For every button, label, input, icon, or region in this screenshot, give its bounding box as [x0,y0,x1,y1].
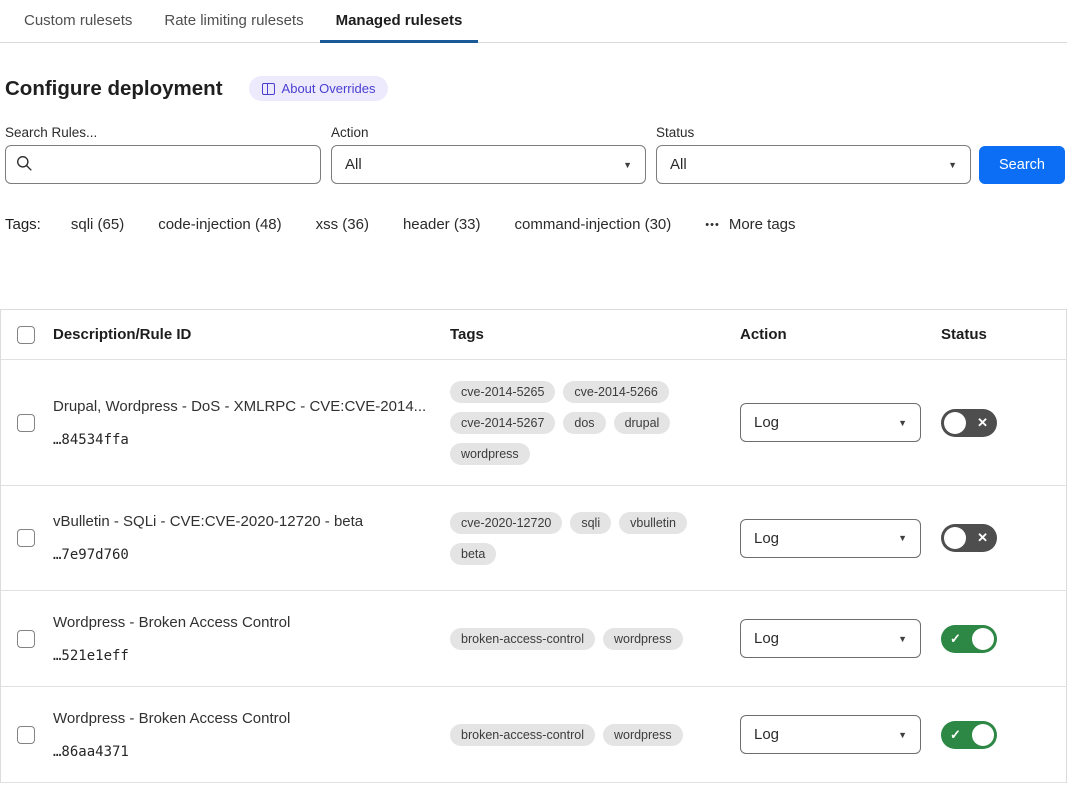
rule-description: Wordpress - Broken Access Control [53,710,436,727]
table-row: Drupal, Wordpress - DoS - XMLRPC - CVE:C… [1,360,1066,486]
tag-filter-command-injection[interactable]: command-injection (30) [515,216,672,233]
rule-status-toggle[interactable]: ✕ [941,409,997,437]
rule-status-toggle[interactable]: ✕ [941,524,997,552]
rule-tag: cve-2014-5265 [450,381,555,403]
toggle-knob [944,527,966,549]
rule-tag: broken-access-control [450,628,595,650]
rule-id: …7e97d760 [53,547,436,563]
rule-id: …86aa4371 [53,744,436,760]
rule-tag: dos [563,412,605,434]
toggle-state-icon: ✕ [977,415,988,431]
table-header-row: Description/Rule ID Tags Action Status [1,310,1066,360]
rule-tag: vbulletin [619,512,687,534]
rule-status-toggle[interactable]: ✓ [941,625,997,653]
action-filter-label: Action [331,125,646,140]
action-filter-value: All [345,156,362,173]
chevron-down-icon: ▼ [898,730,907,740]
chevron-down-icon: ▼ [898,533,907,543]
rule-tag: cve-2014-5267 [450,412,555,434]
status-filter-value: All [670,156,687,173]
filter-row: Search Rules... Action All ▼ Status All … [5,125,1067,184]
rule-status-toggle[interactable]: ✓ [941,721,997,749]
chevron-down-icon: ▼ [948,160,957,170]
rule-action-select[interactable]: Log ▼ [740,403,921,442]
more-tags-button[interactable]: ••• More tags [705,216,795,233]
rule-tag: wordpress [603,628,683,650]
status-filter-label: Status [656,125,971,140]
toggle-knob [972,724,994,746]
rule-description: Drupal, Wordpress - DoS - XMLRPC - CVE:C… [53,398,436,415]
book-icon [262,83,275,95]
rule-action-select[interactable]: Log ▼ [740,715,921,754]
tags-bar: Tags: sqli (65) code-injection (48) xss … [5,216,1067,233]
more-tags-label: More tags [729,216,796,233]
ruleset-tabbar: Custom rulesets Rate limiting rulesets M… [0,0,1067,43]
row-checkbox[interactable] [17,414,35,432]
table-row: Wordpress - Broken Access Control …86aa4… [1,687,1066,783]
rule-tag: wordpress [450,443,530,465]
select-all-checkbox[interactable] [17,326,35,344]
search-rules-label: Search Rules... [5,125,321,140]
search-button[interactable]: Search [979,146,1065,184]
row-checkbox[interactable] [17,726,35,744]
rule-tag: beta [450,543,496,565]
rule-action-value: Log [754,414,779,431]
col-header-action: Action [740,326,941,343]
row-checkbox[interactable] [17,529,35,547]
status-filter-select[interactable]: All ▼ [656,145,971,184]
tag-filter-header[interactable]: header (33) [403,216,481,233]
rule-tag: wordpress [603,724,683,746]
table-row: Wordpress - Broken Access Control …521e1… [1,591,1066,687]
heading-row: Configure deployment About Overrides [5,76,1067,101]
chevron-down-icon: ▼ [898,418,907,428]
rule-action-value: Log [754,726,779,743]
about-overrides-label: About Overrides [282,81,376,96]
rule-description: vBulletin - SQLi - CVE:CVE-2020-12720 - … [53,513,436,530]
chevron-down-icon: ▼ [623,160,632,170]
page-title: Configure deployment [5,77,223,101]
rule-tag: broken-access-control [450,724,595,746]
tab-custom-rulesets[interactable]: Custom rulesets [8,0,148,43]
chevron-down-icon: ▼ [898,634,907,644]
toggle-knob [944,412,966,434]
tab-rate-limiting-rulesets[interactable]: Rate limiting rulesets [148,0,319,43]
col-header-tags: Tags [450,326,740,343]
tag-filter-sqli[interactable]: sqli (65) [71,216,124,233]
row-checkbox[interactable] [17,630,35,648]
rule-id: …84534ffa [53,432,436,448]
toggle-knob [972,628,994,650]
rule-id: …521e1eff [53,648,436,664]
rule-tag: cve-2014-5266 [563,381,668,403]
about-overrides-link[interactable]: About Overrides [249,76,389,101]
rule-description: Wordpress - Broken Access Control [53,614,436,631]
rule-tag: sqli [570,512,611,534]
rule-tag: drupal [614,412,671,434]
ellipsis-icon: ••• [705,219,720,231]
rule-tag: cve-2020-12720 [450,512,562,534]
tags-bar-label: Tags: [5,216,41,233]
action-filter-select[interactable]: All ▼ [331,145,646,184]
col-header-status: Status [941,326,1066,343]
rule-action-value: Log [754,630,779,647]
table-row: vBulletin - SQLi - CVE:CVE-2020-12720 - … [1,486,1066,591]
tag-filter-code-injection[interactable]: code-injection (48) [158,216,281,233]
search-rules-input[interactable] [5,145,321,184]
col-header-description: Description/Rule ID [53,326,450,343]
managed-rules-table: Description/Rule ID Tags Action Status D… [0,309,1067,783]
rule-action-value: Log [754,530,779,547]
rule-action-select[interactable]: Log ▼ [740,519,921,558]
toggle-state-icon: ✓ [950,631,961,647]
toggle-state-icon: ✕ [977,530,988,546]
rule-action-select[interactable]: Log ▼ [740,619,921,658]
toggle-state-icon: ✓ [950,727,961,743]
tag-filter-xss[interactable]: xss (36) [316,216,369,233]
tab-managed-rulesets[interactable]: Managed rulesets [320,0,479,43]
